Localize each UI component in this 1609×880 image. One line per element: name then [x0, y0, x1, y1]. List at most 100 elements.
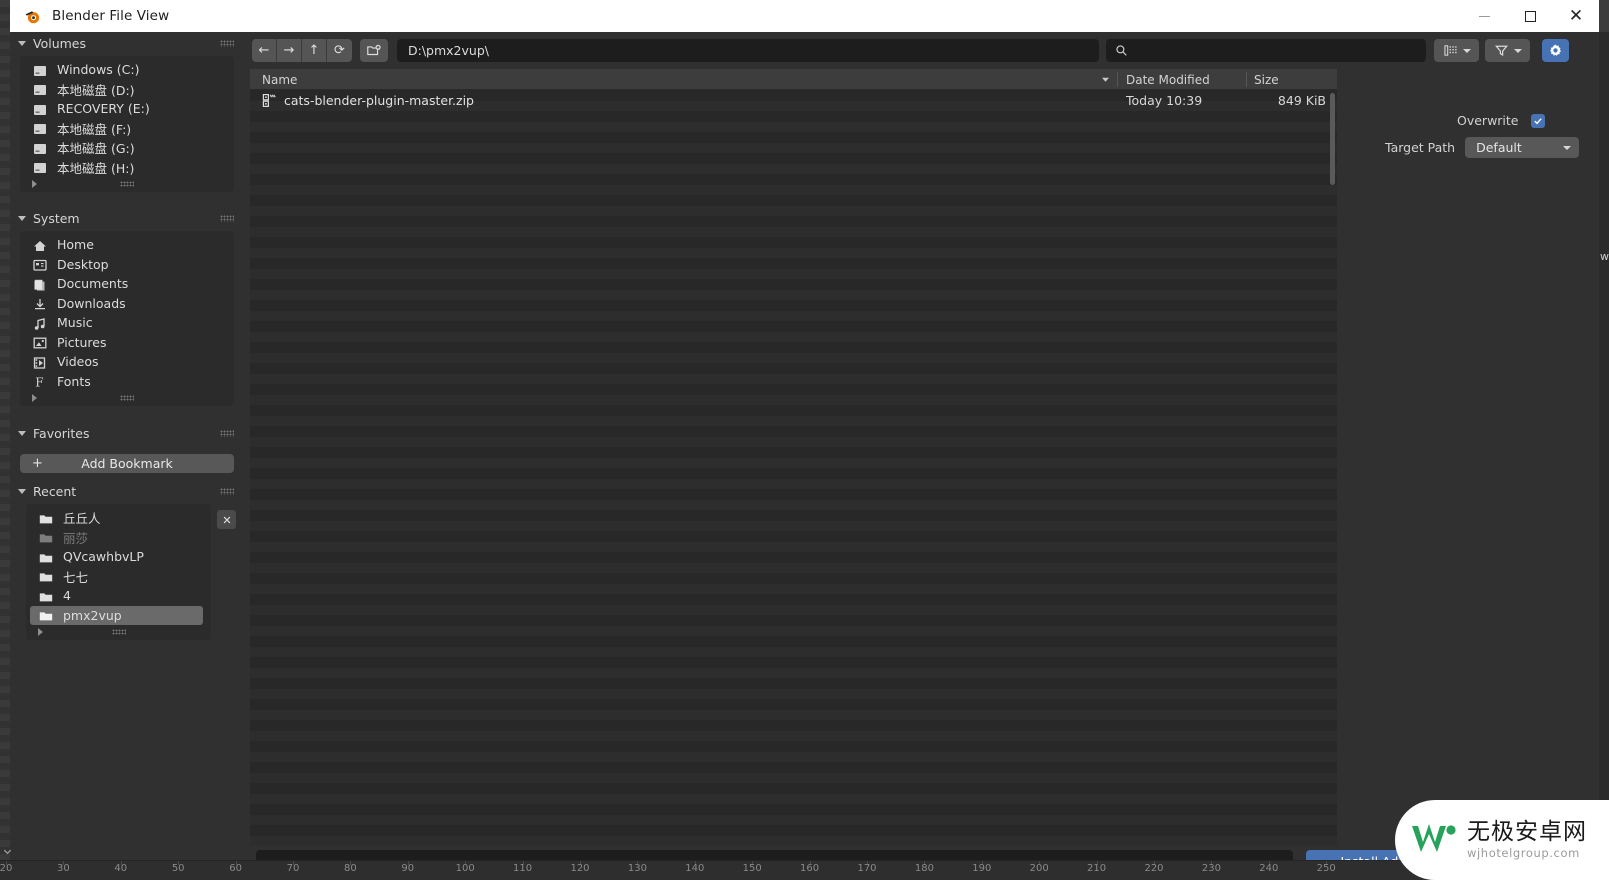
disk-icon	[32, 82, 48, 96]
resize-grip[interactable]	[111, 629, 126, 635]
maximize-button[interactable]	[1507, 0, 1553, 32]
expand-triangle-icon[interactable]	[32, 394, 37, 402]
sidebar: Volumes Windows (C:) 本地磁盘 (D:) RECOVERY …	[10, 32, 242, 860]
recent-item[interactable]: 丽莎	[26, 528, 211, 548]
filter-dropdown[interactable]	[1485, 39, 1530, 62]
volume-label: 本地磁盘 (D:)	[57, 82, 135, 98]
sidebar-item-videos[interactable]: Videos	[20, 352, 234, 372]
minimize-button[interactable]	[1461, 0, 1507, 32]
column-divider[interactable]	[1117, 72, 1118, 87]
row-stripe	[250, 331, 1337, 342]
sidebar-item-fonts[interactable]: F Fonts	[20, 372, 234, 392]
resize-grip[interactable]	[120, 395, 134, 401]
overwrite-checkbox[interactable]	[1530, 113, 1545, 128]
row-stripe	[250, 163, 1337, 174]
column-divider[interactable]	[1246, 72, 1247, 87]
sidebar-section-recent-header[interactable]: Recent	[10, 480, 242, 502]
volumes-list: Windows (C:) 本地磁盘 (D:) RECOVERY (E:) 本地磁…	[20, 56, 234, 192]
row-stripe	[250, 436, 1337, 447]
drag-grip[interactable]	[220, 488, 234, 495]
recent-item[interactable]: 丘丘人	[26, 508, 211, 528]
recent-item[interactable]: 4	[26, 586, 211, 606]
window-titlebar[interactable]: Blender File View ✕	[10, 0, 1599, 32]
refresh-button[interactable]: ⟳	[327, 39, 352, 62]
sidebar-item-pictures[interactable]: Pictures	[20, 333, 234, 353]
parent-directory-button[interactable]: ↑	[302, 39, 327, 62]
watermark-cn: 无极安卓网	[1467, 818, 1587, 845]
recent-resize-footer[interactable]	[26, 625, 211, 638]
drag-grip[interactable]	[220, 40, 234, 47]
system-list: Home Desktop Documents Downloads Music P…	[20, 231, 234, 406]
close-button[interactable]: ✕	[1553, 0, 1599, 32]
backdrop-right-strip	[1599, 32, 1609, 880]
row-stripe	[250, 142, 1337, 153]
sidebar-item-volume[interactable]: Windows (C:)	[20, 60, 234, 80]
expand-triangle-icon[interactable]	[32, 180, 37, 188]
table-row[interactable]: cats-blender-plugin-master.zip Today 10:…	[250, 90, 1337, 111]
drag-grip[interactable]	[220, 430, 234, 437]
resize-grip[interactable]	[120, 181, 134, 187]
search-input[interactable]	[1106, 39, 1426, 62]
display-mode-dropdown[interactable]	[1434, 39, 1479, 62]
sidebar-item-downloads[interactable]: Downloads	[20, 294, 234, 314]
disk-icon	[32, 141, 48, 155]
sidebar-section-favorites-header[interactable]: Favorites	[10, 422, 242, 444]
operator-options-panel: Overwrite Target Path Default	[1337, 69, 1599, 842]
system-resize-footer[interactable]	[20, 391, 234, 404]
row-stripe	[250, 373, 1337, 384]
drag-grip[interactable]	[220, 215, 234, 222]
forward-button[interactable]: →	[277, 39, 302, 62]
volume-label: Windows (C:)	[57, 62, 140, 78]
recent-clear-button[interactable]	[217, 510, 236, 529]
item-label: Documents	[57, 276, 129, 292]
recent-item-selected[interactable]: pmx2vup	[30, 605, 203, 625]
recent-item[interactable]: 七七	[26, 567, 211, 587]
volumes-resize-footer[interactable]	[20, 177, 234, 190]
sidebar-item-volume[interactable]: 本地磁盘 (G:)	[20, 138, 234, 158]
search-icon	[1116, 45, 1127, 56]
folder-icon	[38, 511, 54, 525]
sidebar-item-volume[interactable]: 本地磁盘 (H:)	[20, 158, 234, 178]
path-input[interactable]: D:\pmx2vup\	[397, 39, 1099, 62]
row-stripe	[250, 478, 1337, 489]
sidebar-section-system-header[interactable]: System	[10, 207, 242, 229]
target-path-select[interactable]: Default	[1465, 137, 1580, 158]
plus-icon: +	[32, 456, 43, 471]
folder-icon	[38, 530, 54, 544]
target-path-row: Target Path Default	[1385, 137, 1585, 158]
row-stripe	[250, 709, 1337, 720]
sidebar-item-documents[interactable]: Documents	[20, 274, 234, 294]
sidebar-item-volume[interactable]: RECOVERY (E:)	[20, 99, 234, 119]
item-label: Desktop	[57, 256, 109, 272]
sidebar-item-music[interactable]: Music	[20, 313, 234, 333]
back-button[interactable]: ←	[252, 39, 277, 62]
row-stripe	[250, 352, 1337, 363]
ruler-tick-label: 130	[627, 863, 647, 874]
recent-item[interactable]: QVcawhbvLP	[26, 547, 211, 567]
sidebar-item-volume[interactable]: 本地磁盘 (F:)	[20, 119, 234, 139]
sidebar-section-volumes-header[interactable]: Volumes	[10, 32, 242, 54]
window-title: Blender File View	[52, 8, 170, 24]
column-header-date[interactable]: Date Modified	[1126, 69, 1210, 90]
section-title: System	[33, 210, 80, 226]
new-folder-button[interactable]	[360, 39, 388, 62]
column-header-size[interactable]: Size	[1254, 69, 1279, 90]
timeline-ruler[interactable]: 20 30 40 50 60 70 80 90 100 110 120 130 140 150 160 170…	[0, 860, 1609, 880]
file-list-scrollbar[interactable]	[1330, 93, 1335, 185]
row-stripe	[250, 184, 1337, 195]
add-bookmark-button[interactable]: + Add Bookmark	[20, 454, 234, 473]
sidebar-item-home[interactable]: Home	[20, 235, 234, 255]
expand-triangle-icon[interactable]	[38, 628, 43, 636]
sort-indicator-icon[interactable]	[1101, 69, 1110, 90]
settings-toggle-button[interactable]	[1542, 39, 1569, 62]
file-list: Name Date Modified Size cats-blender-plu…	[250, 69, 1337, 846]
sidebar-item-desktop[interactable]: Desktop	[20, 255, 234, 275]
sidebar-item-volume[interactable]: 本地磁盘 (D:)	[20, 80, 234, 100]
watermark: 无极安卓网 wjhotelgroup.com	[1395, 800, 1609, 880]
volume-label: RECOVERY (E:)	[57, 101, 150, 117]
ruler-tick-label: 50	[171, 863, 185, 874]
bottom-left-chevron-icon[interactable]	[2, 846, 14, 858]
row-stripe	[250, 646, 1337, 657]
ruler-tick-label: 110	[513, 863, 533, 874]
column-header-name[interactable]: Name	[262, 69, 297, 90]
